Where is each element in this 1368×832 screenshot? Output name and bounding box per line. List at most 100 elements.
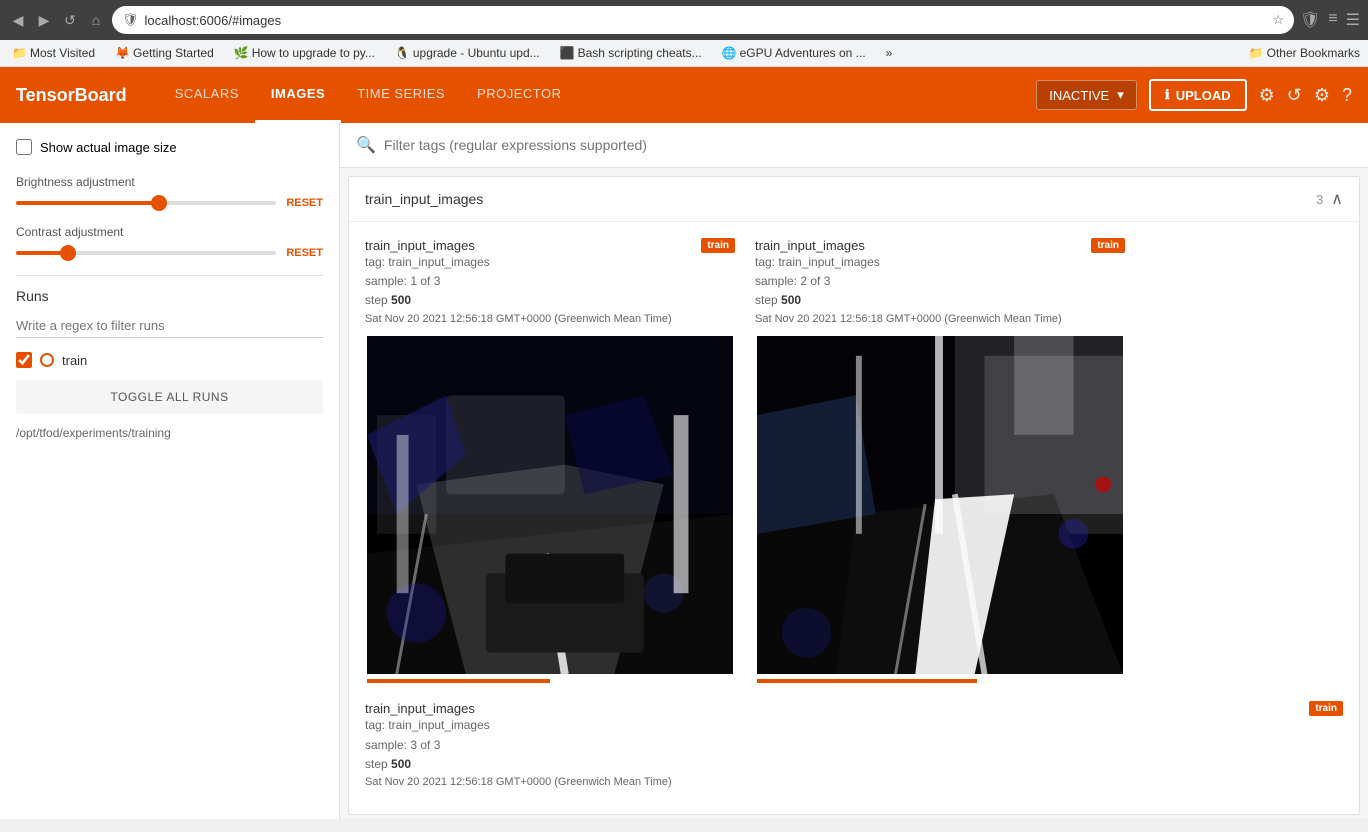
bookmarks-bar: 📁 Most Visited 🦊 Getting Started 🌿 How t… <box>0 40 1368 67</box>
refresh-icon[interactable]: ↺ <box>1287 85 1302 106</box>
forward-button[interactable]: ▶ <box>34 10 54 30</box>
help-icon[interactable]: ? <box>1342 85 1352 106</box>
show-size-label: Show actual image size <box>40 140 177 155</box>
run-name-train: train <box>62 353 87 368</box>
card-1-progress <box>367 679 550 683</box>
bookmark-more[interactable]: » <box>882 44 897 62</box>
card-1-meta: tag: train_input_images sample: 1 of 3 s… <box>365 253 735 328</box>
card-2-progress <box>757 679 977 683</box>
card-3-badge: train <box>1309 701 1343 716</box>
image-section-train-input: train_input_images 3 ∧ train_input_image… <box>348 176 1360 815</box>
card-1-step: 500 <box>391 293 411 307</box>
card-1-badge: train <box>701 238 735 253</box>
brightness-reset-button[interactable]: RESET <box>286 197 323 209</box>
folder-icon-other: 📁 <box>1249 46 1264 60</box>
card-2-header: train_input_images train tag: train_inpu… <box>755 238 1125 328</box>
brightness-slider-row: RESET <box>16 197 323 209</box>
nav-scalars[interactable]: SCALARS <box>159 67 255 123</box>
firefox-icon: 🦊 <box>115 46 130 60</box>
brightness-slider[interactable] <box>16 201 276 205</box>
app: TensorBoard SCALARS IMAGES TIME SERIES P… <box>0 67 1368 819</box>
contrast-label: Contrast adjustment <box>16 225 323 239</box>
nav-time-series[interactable]: TIME SERIES <box>341 67 461 123</box>
bookmark-upgrade-ubuntu[interactable]: 🐧 upgrade - Ubuntu upd... <box>391 44 544 62</box>
tensorboard-header: TensorBoard SCALARS IMAGES TIME SERIES P… <box>0 67 1368 123</box>
globe-icon: 🌐 <box>722 46 737 60</box>
reload-button[interactable]: ↺ <box>60 10 80 30</box>
card-1-image-wrapper[interactable] <box>365 334 735 685</box>
star-icon[interactable]: ☆ <box>1272 12 1284 28</box>
snake-icon: 🌿 <box>234 46 249 60</box>
card-2-image <box>757 336 1123 674</box>
show-size-checkbox[interactable] <box>16 139 32 155</box>
image-card-2: train_input_images train tag: train_inpu… <box>755 238 1125 685</box>
runs-filter-input[interactable] <box>16 314 323 338</box>
contrast-reset-button[interactable]: RESET <box>286 247 323 259</box>
image-card-1: train_input_images train tag: train_inpu… <box>365 238 735 685</box>
other-bookmarks[interactable]: 📁 Other Bookmarks <box>1249 46 1360 60</box>
menu-icon[interactable]: ☰ <box>1346 10 1360 30</box>
contrast-slider-row: RESET <box>16 247 323 259</box>
card-2-step: 500 <box>781 293 801 307</box>
card-2-badge: train <box>1091 238 1125 253</box>
address-bar[interactable]: 🛡 localhost:6006/#images ☆ <box>112 6 1294 34</box>
show-size-row: Show actual image size <box>16 139 323 155</box>
toggle-all-runs-button[interactable]: TOGGLE ALL RUNS <box>16 380 323 414</box>
settings-icon[interactable]: ⚙ <box>1314 85 1330 106</box>
search-icon: 🔍 <box>356 135 376 155</box>
top-nav: SCALARS IMAGES TIME SERIES PROJECTOR <box>159 67 578 123</box>
run-checkbox-train[interactable] <box>16 352 32 368</box>
card-3-step: 500 <box>391 757 411 771</box>
contrast-section: Contrast adjustment RESET <box>16 225 323 259</box>
run-color-circle-train[interactable] <box>40 353 54 367</box>
main-layout: Show actual image size Brightness adjust… <box>0 123 1368 819</box>
ubuntu-icon: 🐧 <box>395 46 410 60</box>
runs-label: Runs <box>16 288 323 304</box>
upload-button[interactable]: ℹ UPLOAD <box>1149 79 1247 111</box>
bookmark-getting-started[interactable]: 🦊 Getting Started <box>111 44 218 62</box>
header-right: INACTIVE ▾ ℹ UPLOAD ⚙ ↺ ⚙ ? <box>1036 79 1352 111</box>
bookmark-most-visited[interactable]: 📁 Most Visited <box>8 44 99 62</box>
experiment-path: /opt/tfod/experiments/training <box>16 426 323 440</box>
card-1-image <box>367 336 733 674</box>
brightness-label: Brightness adjustment <box>16 175 323 189</box>
bars-icon[interactable]: ≡ <box>1328 10 1337 30</box>
filter-input[interactable] <box>384 137 1352 153</box>
dropdown-chevron-icon: ▾ <box>1117 87 1124 103</box>
sidebar: Show actual image size Brightness adjust… <box>0 123 340 819</box>
nav-images[interactable]: IMAGES <box>255 67 341 123</box>
card-2-title: train_input_images train <box>755 238 1125 253</box>
bookmark-egpu[interactable]: 🌐 eGPU Adventures on ... <box>718 44 870 62</box>
card-3-title: train_input_images train <box>365 701 1343 716</box>
card-1-title: train_input_images train <box>365 238 735 253</box>
bookmark-bash-scripting[interactable]: ⬛ Bash scripting cheats... <box>556 44 706 62</box>
card-3-meta: tag: train_input_images sample: 3 of 3 s… <box>365 716 1343 791</box>
nav-projector[interactable]: PROJECTOR <box>461 67 577 123</box>
brightness-thumb[interactable] <box>151 195 167 211</box>
runs-section: Runs train TOGGLE ALL RUNS /opt/tfod/exp… <box>16 288 323 440</box>
divider <box>16 275 323 276</box>
inactive-dropdown[interactable]: INACTIVE ▾ <box>1036 80 1137 110</box>
card-2-image-wrapper[interactable] <box>755 334 1125 685</box>
brightness-fill <box>16 201 159 205</box>
brightness-section: Brightness adjustment RESET <box>16 175 323 209</box>
browser-toolbar: ◀ ▶ ↺ ⌂ 🛡 localhost:6006/#images ☆ 🛡 ≡ ☰ <box>0 0 1368 40</box>
upload-info-icon: ℹ <box>1165 87 1170 103</box>
run-item-train: train <box>16 352 323 368</box>
bash-icon: ⬛ <box>560 46 575 60</box>
browser-actions: 🛡 ≡ ☰ <box>1300 10 1360 30</box>
folder-icon: 📁 <box>12 46 27 60</box>
extensions-icon[interactable]: 🛡 <box>1300 10 1320 30</box>
home-button[interactable]: ⌂ <box>86 10 106 30</box>
url-text: localhost:6006/#images <box>145 13 282 28</box>
card-2-meta: tag: train_input_images sample: 2 of 3 s… <box>755 253 1125 328</box>
collapse-button[interactable]: ∧ <box>1331 189 1343 209</box>
contrast-thumb[interactable] <box>60 245 76 261</box>
card-3-container: train_input_images train tag: train_inpu… <box>349 701 1359 813</box>
content-area: 🔍 train_input_images 3 ∧ train_input_ima… <box>340 123 1368 819</box>
card-3-header: train_input_images train tag: train_inpu… <box>365 701 1343 791</box>
back-button[interactable]: ◀ <box>8 10 28 30</box>
bookmark-upgrade-py[interactable]: 🌿 How to upgrade to py... <box>230 44 379 62</box>
settings-gear-icon[interactable]: ⚙ <box>1259 85 1275 106</box>
contrast-slider[interactable] <box>16 251 276 255</box>
